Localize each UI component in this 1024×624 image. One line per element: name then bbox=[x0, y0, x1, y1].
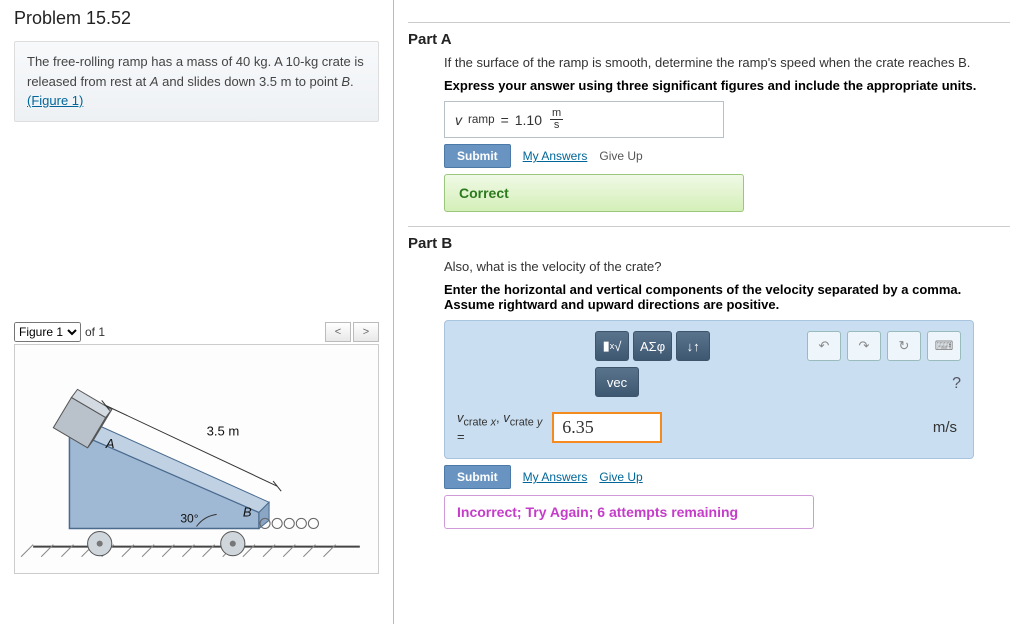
part-b-answer-input[interactable]: 6.35 bbox=[552, 412, 662, 443]
figure-next-button[interactable]: > bbox=[353, 322, 379, 342]
part-b-feedback: Incorrect; Try Again; 6 attempts remaini… bbox=[444, 495, 814, 529]
figure-prev-button[interactable]: < bbox=[325, 322, 351, 342]
part-a-answer-box: vramp = 1.10 m s bbox=[444, 101, 724, 138]
part-a-sub: ramp bbox=[468, 113, 495, 126]
keyboard-button[interactable]: ⌨ bbox=[927, 331, 961, 361]
undo-button[interactable]: ↶ bbox=[807, 331, 841, 361]
part-a-title: Part A bbox=[408, 31, 1010, 48]
part-a-var: v bbox=[455, 112, 462, 128]
part-a-my-answers-link[interactable]: My Answers bbox=[523, 149, 588, 163]
figure-of-label: of 1 bbox=[85, 325, 105, 339]
part-a-feedback: Correct bbox=[444, 174, 744, 212]
point-b: B bbox=[341, 74, 350, 89]
part-b-submit-button[interactable]: Submit bbox=[444, 465, 511, 489]
unit-den: s bbox=[554, 120, 560, 131]
part-b-giveup-link[interactable]: Give Up bbox=[599, 470, 642, 484]
point-a: A bbox=[150, 74, 159, 89]
figure-canvas: 3.5 m A B 30° bbox=[14, 344, 379, 574]
problem-title: Problem 15.52 bbox=[14, 8, 379, 29]
part-a-submit-button[interactable]: Submit bbox=[444, 144, 511, 168]
part-b-my-answers-link[interactable]: My Answers bbox=[523, 470, 588, 484]
part-a-question: If the surface of the ramp is smooth, de… bbox=[444, 54, 1010, 72]
part-b-instructions: Enter the horizontal and vertical compon… bbox=[444, 282, 1010, 312]
arrows-button[interactable]: ↓↑ bbox=[676, 331, 710, 361]
label-b: B bbox=[243, 504, 252, 519]
symbols-button[interactable]: ΑΣφ bbox=[633, 331, 672, 361]
redo-button[interactable]: ↷ bbox=[847, 331, 881, 361]
problem-text-2: and slides down 3.5 m to point bbox=[159, 74, 342, 89]
part-a-value: 1.10 bbox=[515, 112, 542, 128]
reset-button[interactable]: ↻ bbox=[887, 331, 921, 361]
label-a: A bbox=[105, 435, 115, 450]
part-b-unit: m/s bbox=[933, 419, 957, 436]
answer-input-panel: ▮x√ ΑΣφ ↓↑ ↶ ↷ ↻ ⌨ vec ? vcrate x, vcrat… bbox=[444, 320, 974, 459]
part-a-giveup-link[interactable]: Give Up bbox=[599, 149, 642, 163]
part-a-instructions: Express your answer using three signific… bbox=[444, 78, 1010, 93]
problem-statement: The free-rolling ramp has a mass of 40 k… bbox=[14, 41, 379, 122]
templates-button[interactable]: ▮x√ bbox=[595, 331, 629, 361]
part-a-eq: = bbox=[501, 112, 509, 128]
figure-link[interactable]: (Figure 1) bbox=[27, 93, 83, 108]
angle-label: 30° bbox=[180, 511, 198, 525]
figure-select[interactable]: Figure 1 bbox=[14, 322, 81, 342]
vec-button[interactable]: vec bbox=[595, 367, 639, 397]
figure-pager: Figure 1 of 1 < > bbox=[14, 322, 379, 342]
help-icon[interactable]: ? bbox=[952, 375, 961, 393]
part-b-question: Also, what is the velocity of the crate? bbox=[444, 258, 1010, 276]
length-label: 3.5 m bbox=[207, 423, 240, 438]
part-b-variable-label: vcrate x, vcrate y= bbox=[457, 411, 542, 444]
part-b-title: Part B bbox=[408, 235, 1010, 252]
problem-text-3: . bbox=[350, 74, 354, 89]
